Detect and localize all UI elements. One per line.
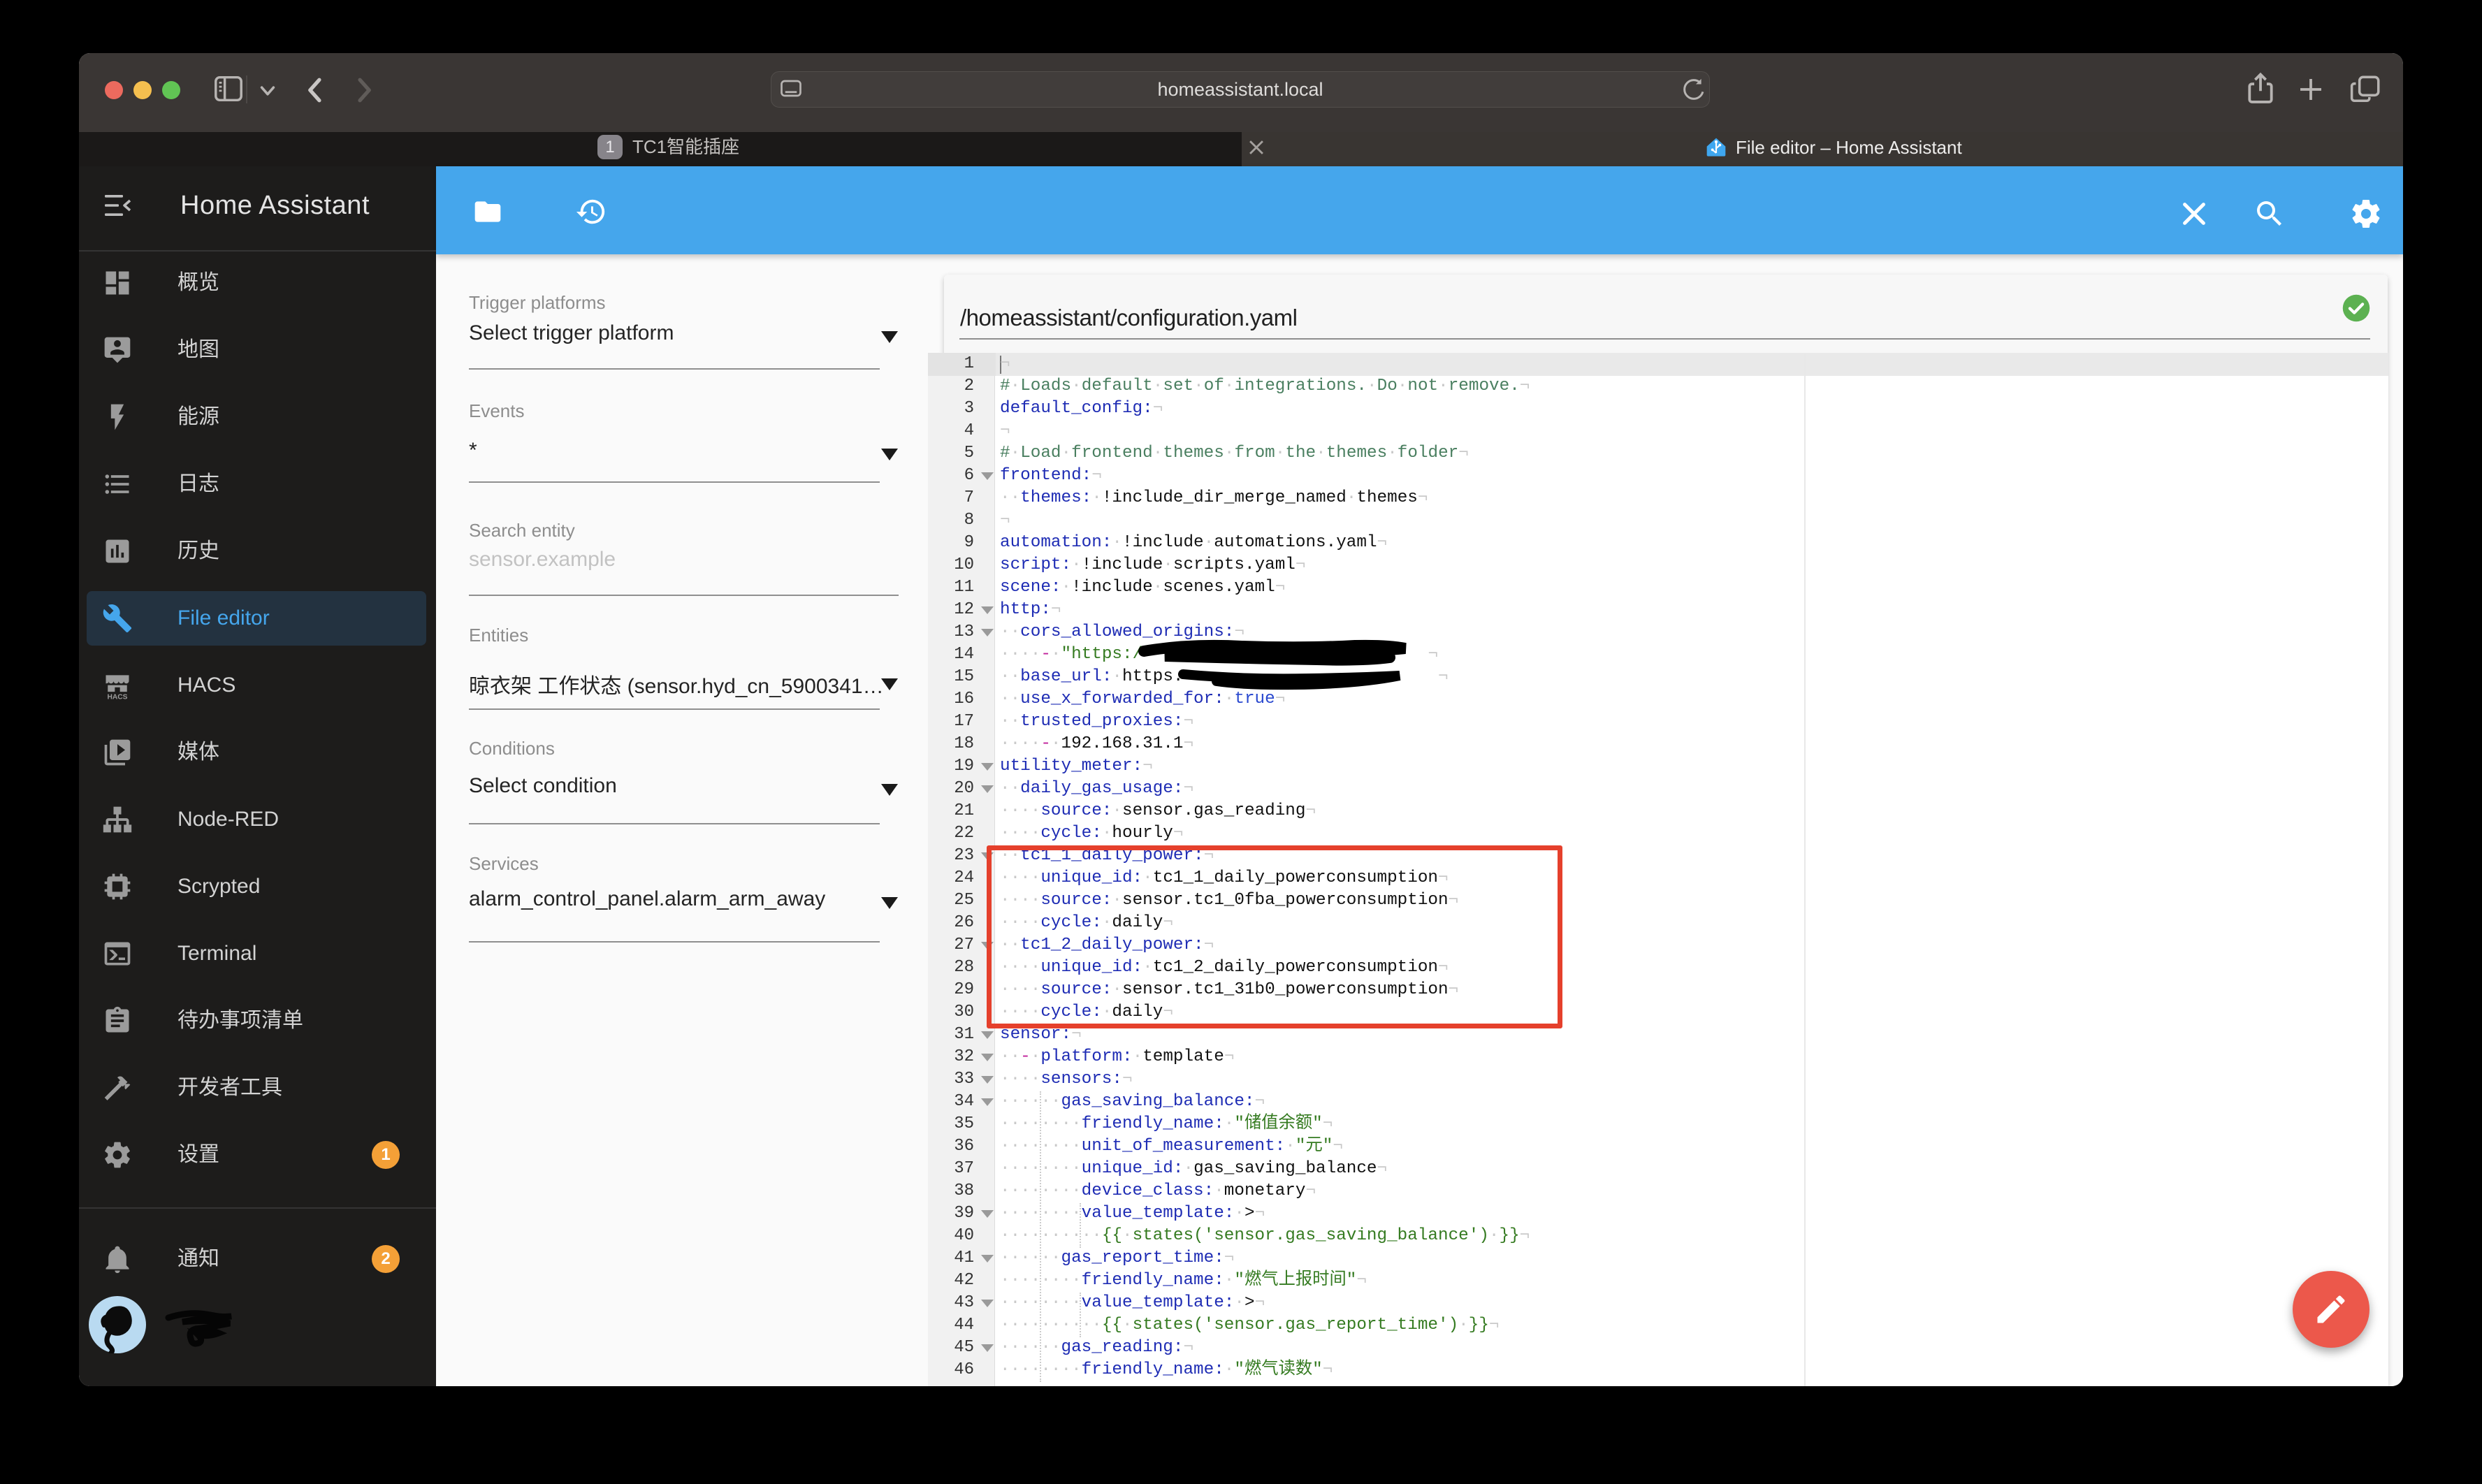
svg-text:HACS: HACS [107, 693, 127, 701]
